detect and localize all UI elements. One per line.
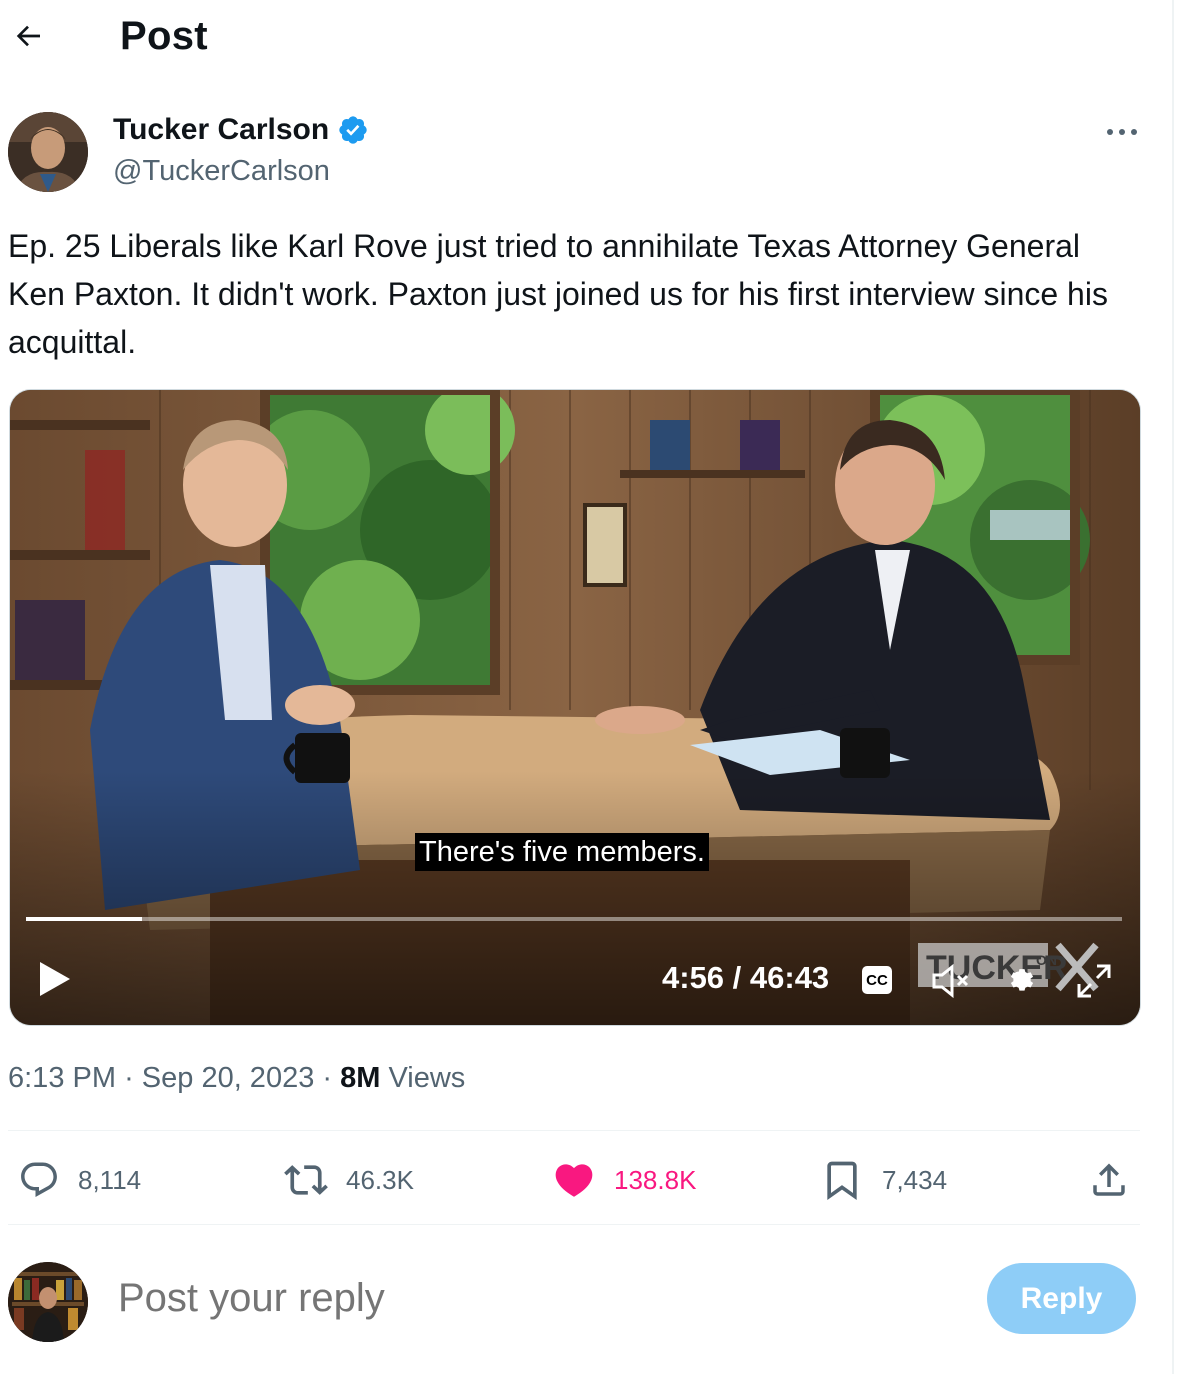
author-avatar[interactable] [8,112,88,192]
reply-action[interactable]: 8,114 [18,1158,141,1202]
video-player[interactable]: TUCKER ON [9,389,1141,1026]
reply-icon [21,1162,57,1197]
column-border [1172,0,1174,1374]
share-action[interactable] [1088,1158,1130,1202]
post-text: Ep. 25 Liberals like Karl Rove just trie… [8,228,1108,360]
muted-volume-icon[interactable] [930,963,970,999]
play-icon[interactable] [36,958,76,1000]
fullscreen-icon[interactable] [1075,962,1113,1000]
author-name[interactable]: Tucker Carlson [113,113,369,147]
settings-gear-icon[interactable] [1003,962,1041,1000]
post-date[interactable]: Sep 20, 2023 [142,1062,315,1094]
video-time: 4:56 / 46:43 [662,960,830,995]
like-count: 138.8K [614,1164,697,1195]
separator: · [322,1062,341,1094]
author-handle[interactable]: @TuckerCarlson [113,155,330,188]
share-icon [1093,1163,1125,1196]
back-arrow-icon[interactable] [10,18,46,54]
views-count: 8M [340,1062,381,1094]
video-frame [10,390,1140,1025]
more-options-icon[interactable] [1102,118,1142,146]
separator: · [124,1062,142,1094]
page-title: Post [120,14,208,58]
divider [8,1130,1140,1131]
post-time[interactable]: 6:13 PM [8,1062,116,1094]
heart-filled-icon [555,1164,593,1197]
video-progress-bar[interactable] [26,917,1122,921]
repost-action[interactable]: 46.3K [284,1158,414,1202]
like-action[interactable]: 138.8K [552,1158,696,1202]
reply-input[interactable] [116,1275,940,1322]
divider [8,1224,1140,1225]
verified-badge-icon [339,116,367,144]
views-label: Views [388,1062,466,1094]
repost-count: 46.3K [346,1164,414,1195]
closed-captions-icon[interactable]: CC [862,966,892,994]
video-progress-fill [26,917,143,921]
reply-button[interactable]: Reply [987,1263,1136,1334]
bookmark-icon [827,1161,857,1201]
video-caption: There's five members. [415,833,709,871]
reply-count: 8,114 [78,1164,142,1195]
bookmark-action[interactable]: 7,434 [820,1158,947,1202]
repost-icon [284,1165,328,1195]
bookmark-count: 7,434 [882,1164,948,1195]
post-meta: 6:13 PM · Sep 20, 2023 · 8M Views [8,1062,465,1095]
author-name-text: Tucker Carlson [113,113,330,146]
user-avatar[interactable] [8,1262,88,1342]
